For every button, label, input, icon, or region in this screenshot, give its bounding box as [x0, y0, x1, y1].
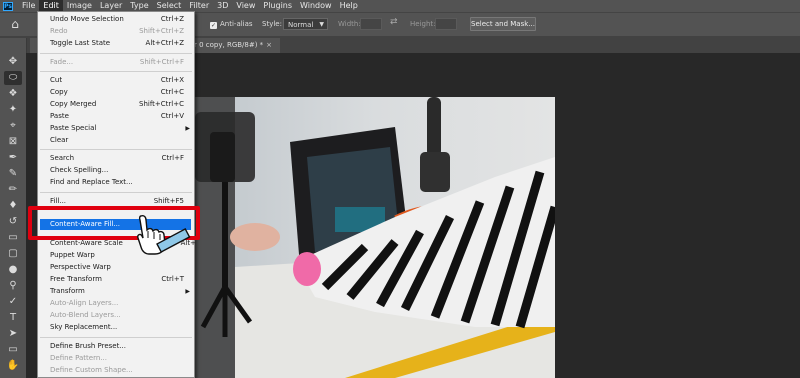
- submenu-arrow-icon: ▶: [185, 125, 190, 132]
- menu-item-auto-align[interactable]: Auto-Align Layers...: [50, 298, 190, 309]
- eraser-icon[interactable]: ▭: [4, 231, 22, 245]
- menu-view[interactable]: View: [232, 0, 259, 12]
- pen-tool-icon[interactable]: ✓: [4, 295, 22, 309]
- lasso-tool-icon[interactable]: ❖: [4, 87, 22, 101]
- height-field[interactable]: [435, 18, 457, 30]
- menu-item-define-pattern[interactable]: Define Pattern...: [50, 353, 190, 364]
- menu-item-fade[interactable]: Fade... Shift+Ctrl+F: [50, 57, 190, 68]
- type-tool-icon[interactable]: T: [4, 311, 22, 325]
- style-value: Normal: [288, 21, 314, 29]
- menu-item-undo[interactable]: Undo Move Selection Ctrl+Z: [50, 14, 190, 25]
- menu-separator: [40, 192, 192, 193]
- menu-separator: [40, 71, 192, 72]
- gradient-tool-icon[interactable]: ▢: [4, 247, 22, 261]
- menu-separator: [40, 149, 192, 150]
- magic-wand-icon[interactable]: ✦: [4, 103, 22, 117]
- document-tab-title: r 0 copy, RGB/8#) *: [194, 41, 264, 49]
- dodge-tool-icon[interactable]: ⚲: [4, 279, 22, 293]
- brush-tool-icon[interactable]: ✏: [4, 183, 22, 197]
- menu-item-sky-replacement[interactable]: Sky Replacement...: [50, 322, 190, 333]
- width-label: Width:: [338, 20, 361, 28]
- menu-plugins[interactable]: Plugins: [259, 0, 296, 12]
- menu-item-toggle-last-state[interactable]: Toggle Last State Alt+Ctrl+Z: [50, 38, 190, 49]
- height-label: Height:: [410, 20, 436, 28]
- close-icon[interactable]: ×: [266, 38, 272, 53]
- menu-item-paste[interactable]: Paste Ctrl+V: [50, 111, 190, 122]
- antialias-checkbox[interactable]: ✓ Anti-alias: [210, 18, 253, 30]
- menu-separator: [40, 337, 192, 338]
- frame-tool-icon[interactable]: ⊠: [4, 135, 22, 149]
- chevron-down-icon: ▼: [319, 21, 324, 28]
- marquee-tool-icon[interactable]: ⬭: [4, 71, 22, 85]
- menu-item-clear[interactable]: Clear: [50, 135, 190, 146]
- menu-window[interactable]: Window: [296, 0, 336, 12]
- menu-item-paste-special[interactable]: Paste Special ▶: [50, 123, 190, 134]
- crop-tool-icon[interactable]: ⌖: [4, 119, 22, 133]
- tools-panel: ✥ ⬭ ❖ ✦ ⌖ ⊠ ✒ ✎ ✏ ♦ ↺ ▭ ▢ ● ⚲ ✓ T ➤ ▭ ✋: [0, 38, 27, 378]
- menu-separator: [40, 53, 192, 54]
- menu-item-define-custom-shape[interactable]: Define Custom Shape...: [50, 365, 190, 376]
- width-field[interactable]: [360, 18, 382, 30]
- menu-item-define-brush[interactable]: Define Brush Preset...: [50, 341, 190, 352]
- menu-item-free-transform[interactable]: Free Transform Ctrl+T: [50, 274, 190, 285]
- home-icon[interactable]: ⌂: [6, 16, 24, 32]
- menu-item-search[interactable]: Search Ctrl+F: [50, 153, 190, 164]
- select-and-mask-button[interactable]: Select and Mask...: [470, 17, 536, 31]
- history-brush-icon[interactable]: ↺: [4, 215, 22, 229]
- menu-help[interactable]: Help: [336, 0, 362, 12]
- style-label: Style:: [262, 20, 282, 28]
- style-select[interactable]: Normal ▼: [283, 18, 328, 30]
- document-image: [195, 97, 555, 378]
- menu-item-redo[interactable]: Redo Shift+Ctrl+Z: [50, 26, 190, 37]
- clone-stamp-icon[interactable]: ♦: [4, 199, 22, 213]
- menu-item-auto-blend[interactable]: Auto-Blend Layers...: [50, 310, 190, 321]
- blur-tool-icon[interactable]: ●: [4, 263, 22, 277]
- menu-item-cut[interactable]: Cut Ctrl+X: [50, 75, 190, 86]
- move-tool-icon[interactable]: ✥: [4, 55, 22, 69]
- menu-item-check-spelling[interactable]: Check Spelling...: [50, 165, 190, 176]
- menu-item-find-replace[interactable]: Find and Replace Text...: [50, 177, 190, 188]
- hand-tool-icon[interactable]: ✋: [4, 359, 22, 373]
- menu-item-copy[interactable]: Copy Ctrl+C: [50, 87, 190, 98]
- rectangle-tool-icon[interactable]: ▭: [4, 343, 22, 357]
- menu-item-transform[interactable]: Transform ▶: [50, 286, 190, 297]
- photoshop-logo: Ps: [3, 1, 13, 11]
- menu-item-copy-merged[interactable]: Copy Merged Shift+Ctrl+C: [50, 99, 190, 110]
- submenu-arrow-icon: ▶: [185, 288, 190, 295]
- eyedropper-icon[interactable]: ✒: [4, 151, 22, 165]
- photo-illustration: [195, 97, 555, 378]
- edit-menu-dropdown: Undo Move Selection Ctrl+Z Redo Shift+Ctrl…: [37, 11, 196, 378]
- pointer-hand-icon: [137, 215, 191, 255]
- menu-item-perspective-warp[interactable]: Perspective Warp: [50, 262, 190, 273]
- antialias-label: Anti-alias: [220, 20, 253, 28]
- swap-icon[interactable]: ⇄: [390, 17, 398, 27]
- path-selection-icon[interactable]: ➤: [4, 327, 22, 341]
- checkmark-icon: ✓: [210, 22, 217, 29]
- healing-brush-icon[interactable]: ✎: [4, 167, 22, 181]
- menu-3d[interactable]: 3D: [213, 0, 232, 12]
